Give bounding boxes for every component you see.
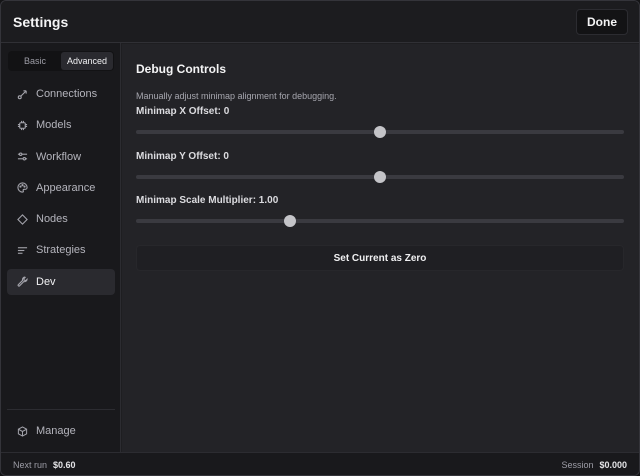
minimap-x-offset-label: Minimap X Offset: 0 (136, 106, 230, 117)
sidebar-item-models[interactable]: Models (7, 112, 115, 138)
sidebar-item-nodes[interactable]: Nodes (7, 206, 115, 232)
chip-icon (17, 120, 28, 131)
sidebar-item-appearance[interactable]: Appearance (7, 175, 115, 201)
palette-icon (17, 182, 28, 194)
next-run-label: Next run (13, 460, 48, 470)
minimap-scale-label: Minimap Scale Multiplier: 1.00 (136, 195, 279, 206)
sidebar-item-label: Strategies (36, 244, 86, 257)
sidebar-item-workflow[interactable]: Workflow (7, 144, 115, 170)
done-button[interactable]: Done (576, 9, 628, 35)
sidebar-item-label: Connections (36, 88, 98, 100)
mode-toggle: Basic Advanced (8, 51, 114, 71)
session-value: $0.000 (599, 460, 627, 470)
sidebar-item-label: Dev (36, 275, 56, 288)
diamond-icon (17, 213, 28, 225)
next-run-cost: Next run $0.60 (13, 460, 76, 470)
sidebar-nav: Connections Models Workflow Appearance N… (7, 81, 115, 300)
sidebar-item-dev[interactable]: Dev (7, 268, 115, 295)
sidebar-item-strategies[interactable]: Strategies (7, 237, 115, 263)
slider-track (136, 219, 624, 223)
settings-window: Settings Done Basic Advanced Connections… (0, 0, 640, 476)
connection-icon (17, 89, 28, 100)
session-label: Session (561, 460, 594, 470)
page-title: Settings (13, 14, 69, 30)
sidebar-divider (7, 409, 115, 410)
set-zero-button[interactable]: Set Current as Zero (136, 245, 624, 271)
footer: Next run $0.60 Session $0.000 (1, 452, 639, 475)
sidebar-item-label: Manage (36, 425, 76, 437)
minimap-y-offset-slider[interactable] (136, 170, 624, 184)
list-icon (17, 245, 28, 256)
sidebar-item-label: Workflow (36, 150, 82, 163)
sliders-icon (17, 151, 28, 162)
session-cost: Session $0.000 (561, 460, 627, 470)
sidebar-item-connections[interactable]: Connections (7, 81, 115, 107)
slider-thumb[interactable] (374, 171, 386, 183)
minimap-y-offset-label: Minimap Y Offset: 0 (136, 151, 229, 162)
next-run-value: $0.60 (53, 460, 76, 470)
wrench-icon (17, 276, 28, 287)
mode-basic[interactable]: Basic (9, 52, 61, 70)
section-description: Manually adjust minimap alignment for de… (136, 91, 337, 101)
sidebar-item-label: Models (36, 119, 72, 132)
section-title: Debug Controls (136, 62, 226, 76)
sidebar-item-manage[interactable]: Manage (7, 418, 115, 444)
sidebar-item-label: Nodes (36, 213, 68, 226)
cube-icon (17, 425, 28, 437)
sidebar-item-label: Appearance (36, 181, 96, 194)
minimap-x-offset-slider[interactable] (136, 125, 624, 139)
slider-thumb[interactable] (284, 215, 297, 227)
mode-advanced[interactable]: Advanced (61, 52, 113, 70)
header: Settings Done (1, 1, 639, 43)
minimap-scale-slider[interactable] (136, 214, 624, 228)
sidebar: Basic Advanced Connections Models Workfl… (1, 43, 121, 453)
main-panel: Debug Controls Manually adjust minimap a… (122, 44, 639, 452)
slider-thumb[interactable] (374, 126, 386, 138)
